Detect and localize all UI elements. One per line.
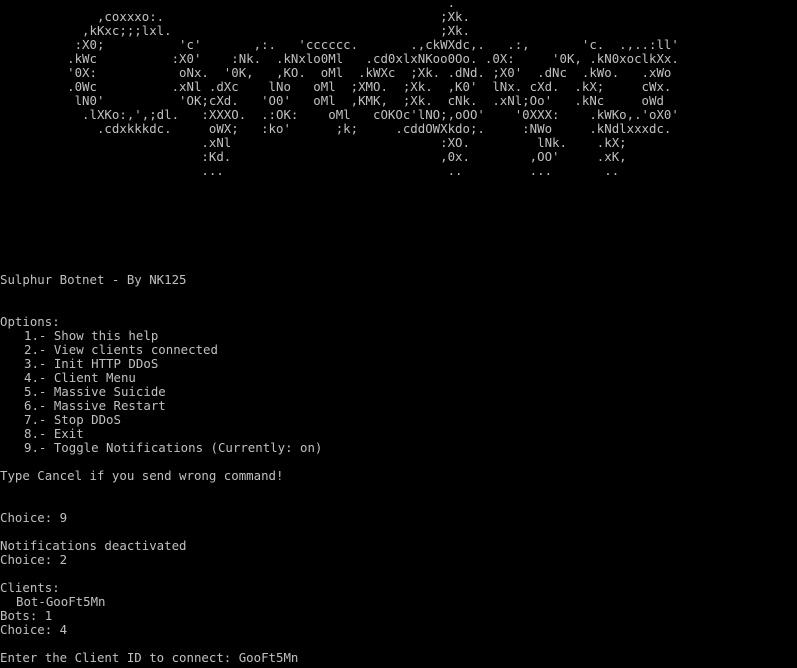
option-stop-ddos: 7.- Stop DDoS bbox=[24, 412, 121, 427]
choice-line: Choice: 2 bbox=[0, 552, 68, 567]
option-exit: 8.- Exit bbox=[24, 426, 84, 441]
choice-line: Choice: 4 bbox=[0, 622, 68, 637]
option-view-clients: 2.- View clients connected bbox=[24, 342, 218, 357]
command-prompt-input[interactable]: Enter the Client ID to connect: GooFt5Mn bbox=[0, 651, 298, 665]
option-massive-restart: 6.- Massive Restart bbox=[24, 398, 166, 413]
option-toggle-notifications: 9.- Toggle Notifications (Currently: on) bbox=[24, 440, 323, 455]
notifications-status: Notifications deactivated bbox=[0, 538, 187, 553]
client-id-prompt: Enter the Client ID to connect: GooFt5Mn bbox=[0, 650, 299, 665]
options-header: Options: bbox=[0, 314, 60, 329]
app-title: Sulphur Botnet - By NK125 bbox=[0, 272, 187, 287]
clients-header: Clients: bbox=[0, 580, 60, 595]
option-massive-suicide: 5.- Massive Suicide bbox=[24, 384, 166, 399]
terminal-window[interactable]: . ,coxxxo:. ;Xk. ,kKxc;;;lxl. ;Xk. :X0; … bbox=[0, 0, 797, 668]
ascii-banner: . ,coxxxo:. ;Xk. ,kKxc;;;lxl. ;Xk. :X0; … bbox=[67, 0, 679, 178]
choice-line: Choice: 9 bbox=[0, 510, 68, 525]
cancel-hint: Type Cancel if you send wrong command! bbox=[0, 468, 284, 483]
option-client-menu: 4.- Client Menu bbox=[24, 370, 136, 385]
option-init-http-ddos: 3.- Init HTTP DDoS bbox=[24, 356, 159, 371]
client-entry: Bot-GooFt5Mn bbox=[16, 594, 106, 609]
option-show-help: 1.- Show this help bbox=[24, 328, 159, 343]
bots-count: Bots: 1 bbox=[0, 608, 53, 623]
